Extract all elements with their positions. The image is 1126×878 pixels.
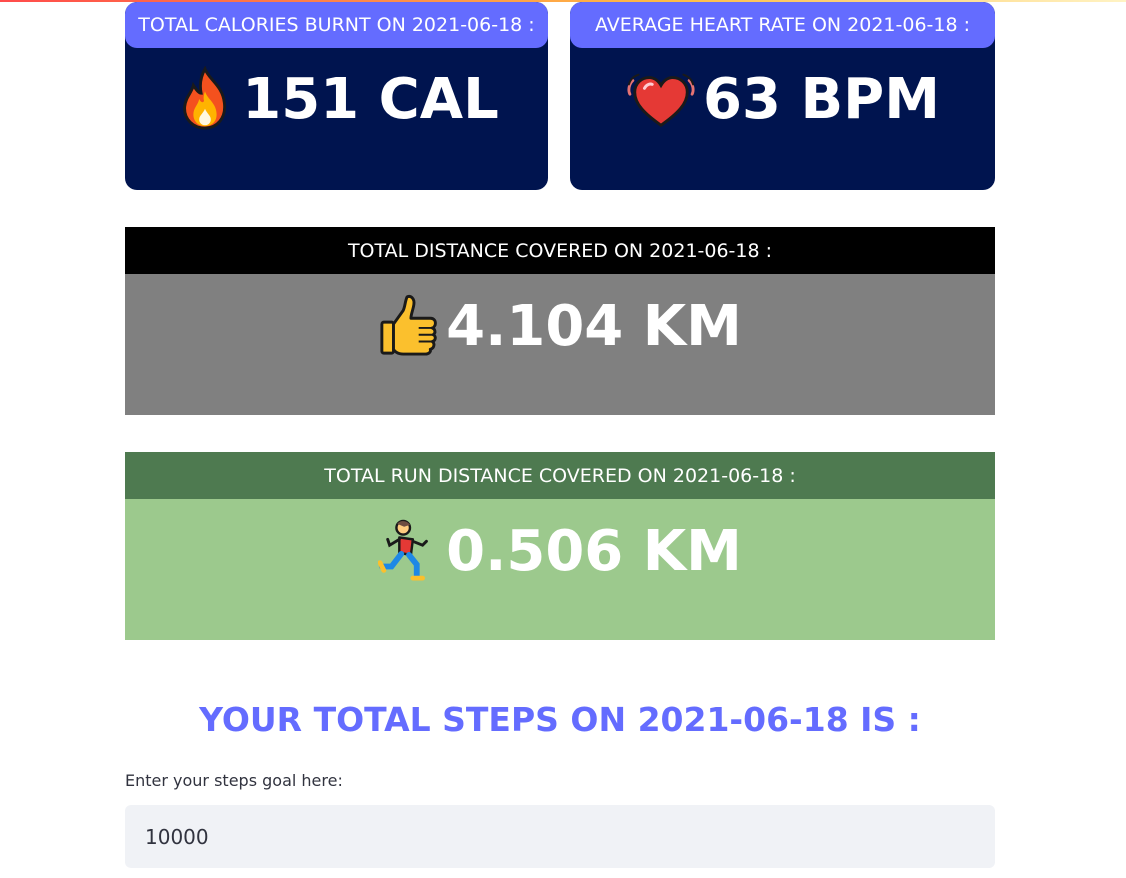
steps-goal-label: Enter your steps goal here: xyxy=(125,771,343,790)
heart-rate-card: AVERAGE HEART RATE ON 2021-06-18 : 63 BP… xyxy=(570,2,995,190)
run-distance-value: 0.506 KM xyxy=(446,518,742,584)
run-distance-value-row: 0.506 KM xyxy=(125,518,995,584)
calories-card: TOTAL CALORIES BURNT ON 2021-06-18 : 151… xyxy=(125,2,548,190)
steps-title: YOUR TOTAL STEPS ON 2021-06-18 IS : xyxy=(199,700,921,739)
heart-rate-value: 63 BPM xyxy=(703,66,940,132)
calories-value-row: 151 CAL xyxy=(125,66,548,132)
distance-value-row: 4.104 KM xyxy=(125,293,995,359)
distance-value: 4.104 KM xyxy=(446,293,742,359)
calories-header: TOTAL CALORIES BURNT ON 2021-06-18 : xyxy=(125,2,548,48)
thumbs-up-icon xyxy=(378,293,440,359)
heart-rate-value-row: 63 BPM xyxy=(570,66,995,132)
fire-icon xyxy=(174,66,236,132)
distance-header: TOTAL DISTANCE COVERED ON 2021-06-18 : xyxy=(125,227,995,274)
running-person-icon xyxy=(378,518,440,584)
run-distance-card: TOTAL RUN DISTANCE COVERED ON 2021-06-18… xyxy=(125,452,995,640)
beating-heart-icon xyxy=(625,66,697,132)
calories-value: 151 CAL xyxy=(242,66,499,132)
run-distance-header: TOTAL RUN DISTANCE COVERED ON 2021-06-18… xyxy=(125,452,995,499)
heart-rate-header: AVERAGE HEART RATE ON 2021-06-18 : xyxy=(570,2,995,48)
distance-card: TOTAL DISTANCE COVERED ON 2021-06-18 : 4… xyxy=(125,227,995,415)
steps-goal-input[interactable] xyxy=(125,805,995,868)
